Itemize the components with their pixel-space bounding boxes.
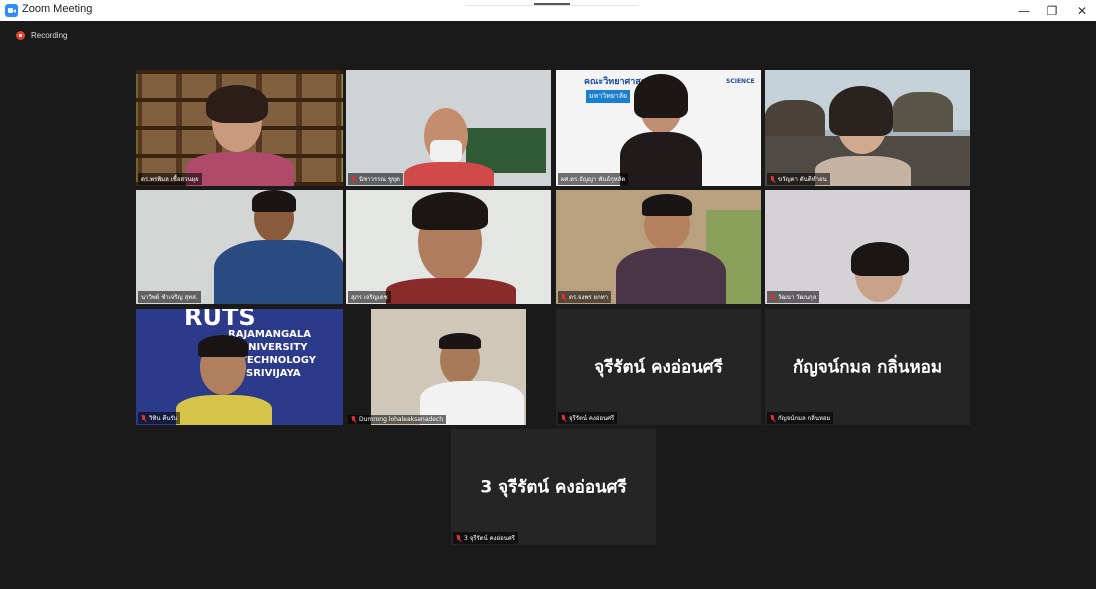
banner-text: UNIVERSITY — [240, 342, 308, 353]
participant-name: กัญจน์กมล กลิ่นหอม — [767, 412, 834, 424]
participant-tile[interactable]: RUTS RAJAMANGALA UNIVERSITY TECHNOLOGY S… — [136, 309, 343, 425]
participant-name: ดร.พรพิมล เชื้อสวนผุย — [138, 173, 202, 185]
muted-mic-icon — [770, 414, 775, 422]
participant-name: ขวัญตา ดันดีทำอน — [767, 173, 830, 185]
participant-display-name: กัญจน์กมล กลิ่นหอม — [792, 357, 943, 378]
participant-name: นิชาวรรณ ชูขุด — [348, 173, 403, 185]
participant-name: วิทิน คีนรับ — [138, 412, 181, 424]
muted-mic-icon — [561, 414, 566, 422]
participant-tile[interactable]: 3 จุรีรัตน์ คงอ่อนศรี 3 จุรีรัตน์ คงอ่อน… — [451, 429, 656, 545]
participant-body — [386, 278, 516, 304]
muted-mic-icon — [351, 416, 356, 423]
participant-name: สุภร เจริญเดช — [348, 291, 391, 303]
participant-tile[interactable]: นาวิพย์ ชำเจริญ สุทส. — [136, 190, 343, 304]
participant-name: ดร.จงพร ยกทา — [558, 291, 612, 303]
participant-hair — [206, 85, 268, 123]
participant-hair — [829, 86, 893, 136]
participant-tile[interactable]: ดร.จงพร ยกทา — [556, 190, 761, 304]
muted-mic-icon — [770, 293, 775, 301]
participant-display-name: 3 จุรีรัตน์ คงอ่อนศรี — [480, 477, 627, 498]
participant-hair — [851, 242, 909, 276]
muted-mic-icon — [141, 414, 146, 422]
face-mask — [430, 140, 462, 162]
participant-body — [616, 248, 726, 304]
participant-tile[interactable]: วัฒนา วัฒนกุล — [765, 190, 970, 304]
sign-subtitle: มหาวิทยาลัย — [586, 90, 631, 103]
participant-body — [404, 162, 494, 186]
banner-text: RUTS — [184, 309, 256, 331]
zoom-app-icon — [5, 4, 18, 17]
participant-display-name: จุรีรัตน์ คงอ่อนศรี — [594, 357, 723, 378]
close-button[interactable]: ✕ — [1073, 3, 1091, 19]
participant-name: ผศ.ดร.ธัญญา พันธ์กุหลัด — [558, 173, 629, 185]
restore-button[interactable]: ❐ — [1043, 3, 1061, 19]
muted-mic-icon — [351, 175, 356, 183]
science-logo: SCIENCE — [726, 78, 755, 85]
participant-hair — [412, 192, 488, 230]
participant-name: จุรีรัตน์ คงอ่อนศรี — [558, 412, 618, 424]
participant-tile[interactable]: ดร.พรพิมล เชื้อสวนผุย — [136, 70, 343, 186]
participant-body — [620, 132, 702, 186]
participant-name: 3 จุรีรัตน์ คงอ่อนศรี — [453, 532, 518, 544]
rock-background — [893, 92, 953, 132]
participant-name: นาวิพย์ ชำเจริญ สุทส. — [138, 291, 201, 303]
participant-hair — [642, 194, 692, 216]
window-title: Zoom Meeting — [22, 3, 93, 15]
window-titlebar: Zoom Meeting — ❐ ✕ — [0, 0, 1096, 21]
participant-body — [176, 395, 272, 425]
rock-background — [765, 100, 825, 140]
participant-body — [186, 152, 294, 186]
banner-text: TECHNOLOGY — [240, 355, 316, 366]
participant-tile[interactable]: ขวัญตา ดันดีทำอน — [765, 70, 970, 186]
recording-label: Recording — [31, 31, 68, 40]
participant-hair — [634, 74, 688, 118]
minimize-button[interactable]: — — [1015, 3, 1033, 19]
participant-tile[interactable]: จุรีรัตน์ คงอ่อนศรี จุรีรัตน์ คงอ่อนศรี — [556, 309, 761, 425]
record-icon — [16, 31, 25, 40]
muted-mic-icon — [561, 293, 566, 301]
banner-text: SRIVIJAYA — [246, 368, 301, 379]
participant-name: Dumrong lohaleaksanadech — [348, 415, 447, 424]
participant-tile[interactable]: สุภร เจริญเดช — [346, 190, 551, 304]
participant-tile[interactable]: นิชาวรรณ ชูขุด — [346, 70, 551, 186]
active-tab-indicator — [534, 3, 570, 5]
participant-tile[interactable]: กัญจน์กมล กลิ่นหอม กัญจน์กมล กลิ่นหอม — [765, 309, 970, 425]
participant-hair — [252, 190, 296, 212]
participant-tile[interactable]: คณะวิทยาศาสตร์ มหาวิทยาลัย SCIENCE ผศ.ดร… — [556, 70, 761, 186]
participant-body — [214, 240, 343, 304]
participant-hair — [198, 335, 248, 357]
participant-hair — [439, 333, 481, 349]
participant-tile[interactable]: Dumrong lohaleaksanadech — [346, 309, 551, 425]
participant-name: วัฒนา วัฒนกุล — [767, 291, 820, 303]
view-tab-strip[interactable] — [466, 0, 638, 6]
muted-mic-icon — [770, 175, 775, 183]
muted-mic-icon — [456, 534, 461, 542]
recording-indicator[interactable]: Recording — [16, 31, 67, 40]
